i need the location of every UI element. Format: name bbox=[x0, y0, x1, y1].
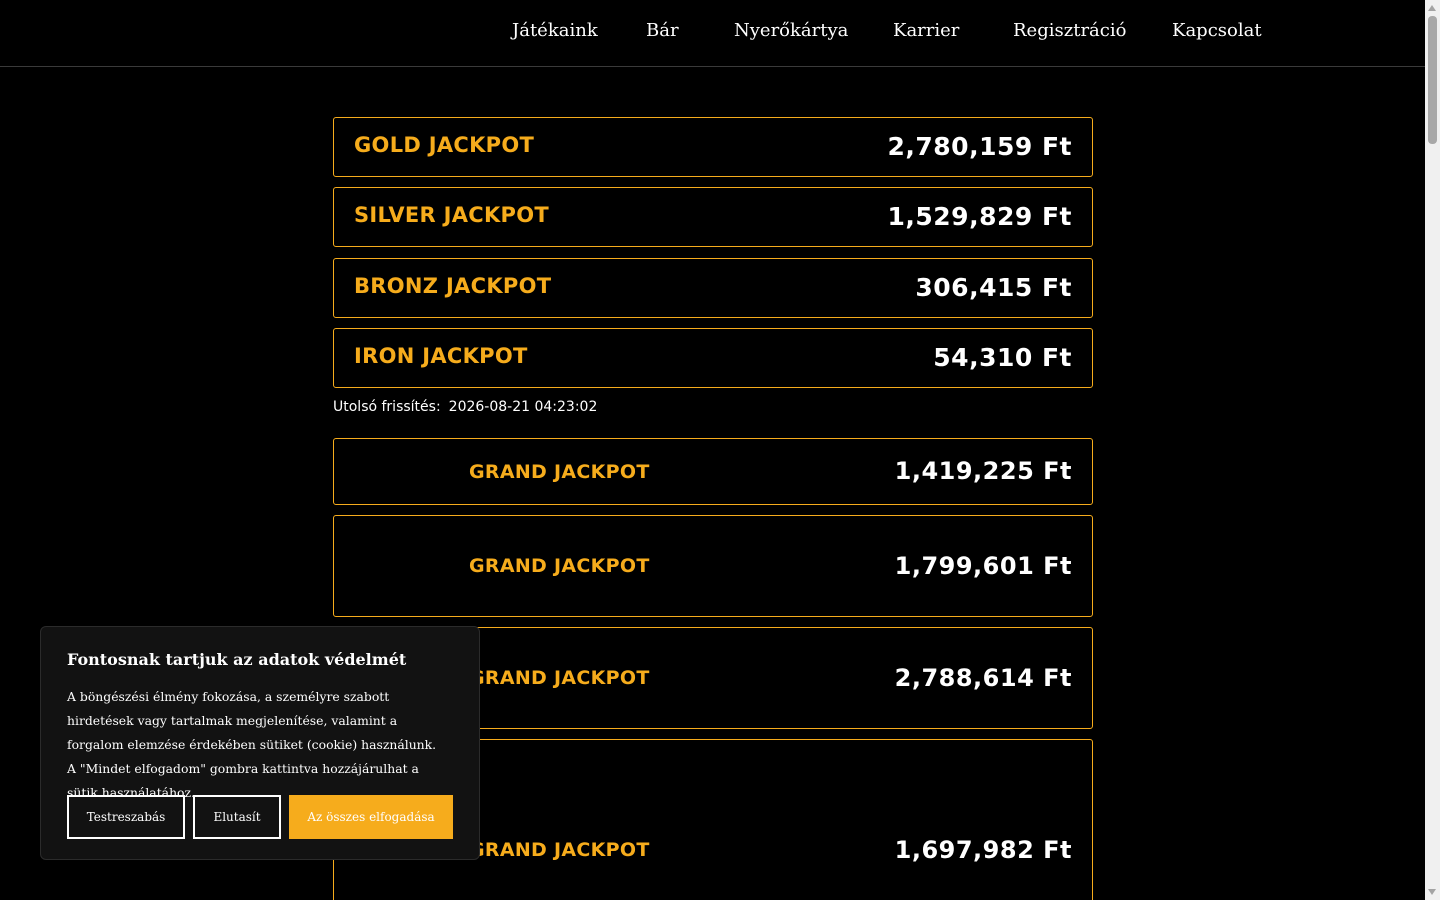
jackpot-amount: 1,529,829 Ft bbox=[887, 202, 1072, 231]
cookie-customize-button[interactable]: Testreszabás bbox=[67, 795, 185, 839]
jackpot-name: SILVER JACKPOT bbox=[354, 203, 550, 227]
nav-item-regisztracio[interactable]: Regisztráció bbox=[1013, 20, 1126, 41]
grand-jackpot-name: GRAND JACKPOT bbox=[469, 555, 650, 577]
scroll-up-icon[interactable] bbox=[1428, 5, 1436, 11]
jackpot-row-gold: GOLD JACKPOT 2,780,159 Ft bbox=[333, 117, 1093, 177]
jackpot-amount: 306,415 Ft bbox=[915, 273, 1072, 302]
grand-jackpot-amount: 2,788,614 Ft bbox=[894, 664, 1072, 692]
nav-item-bar[interactable]: Bár bbox=[646, 20, 679, 41]
grand-jackpot-name: GRAND JACKPOT bbox=[469, 839, 650, 861]
cookie-accept-all-button[interactable]: Az összes elfogadása bbox=[289, 795, 453, 839]
last-update: Utolsó frissítés: 2026-08-21 04:23:02 bbox=[333, 399, 597, 415]
nav-item-nyerokartya[interactable]: Nyerőkártya bbox=[734, 20, 848, 41]
grand-jackpot-row: GRAND JACKPOT 1,419,225 Ft bbox=[333, 438, 1093, 505]
cookie-title: Fontosnak tartjuk az adatok védelmét bbox=[67, 650, 407, 669]
grand-jackpot-name: GRAND JACKPOT bbox=[469, 667, 650, 689]
grand-jackpot-amount: 1,419,225 Ft bbox=[894, 457, 1072, 485]
last-update-label: Utolsó frissítés: bbox=[333, 399, 441, 415]
jackpot-name: BRONZ JACKPOT bbox=[354, 274, 552, 298]
jackpot-amount: 54,310 Ft bbox=[933, 343, 1072, 372]
jackpot-row-iron: IRON JACKPOT 54,310 Ft bbox=[333, 328, 1093, 388]
nav-item-kapcsolat[interactable]: Kapcsolat bbox=[1172, 20, 1262, 41]
jackpot-row-silver: SILVER JACKPOT 1,529,829 Ft bbox=[333, 187, 1093, 247]
cookie-consent-banner: Fontosnak tartjuk az adatok védelmét A b… bbox=[40, 626, 480, 860]
jackpot-name: IRON JACKPOT bbox=[354, 344, 528, 368]
last-update-value: 2026-08-21 04:23:02 bbox=[448, 399, 598, 415]
jackpot-name: GOLD JACKPOT bbox=[354, 133, 535, 157]
scroll-thumb[interactable] bbox=[1428, 16, 1437, 144]
grand-jackpot-name: GRAND JACKPOT bbox=[469, 461, 650, 483]
scroll-down-icon[interactable] bbox=[1428, 889, 1436, 895]
cookie-text: A böngészési élmény fokozása, a személyr… bbox=[67, 689, 437, 800]
page-scrollbar[interactable] bbox=[1425, 0, 1440, 900]
nav-item-karrier[interactable]: Karrier bbox=[893, 20, 959, 41]
grand-jackpot-amount: 1,697,982 Ft bbox=[894, 836, 1072, 864]
grand-jackpot-amount: 1,799,601 Ft bbox=[894, 552, 1072, 580]
grand-jackpot-row: GRAND JACKPOT 1,799,601 Ft bbox=[333, 515, 1093, 617]
top-navigation: Játékaink Bár Nyerőkártya Karrier Regisz… bbox=[0, 0, 1425, 67]
jackpot-row-bronz: BRONZ JACKPOT 306,415 Ft bbox=[333, 258, 1093, 318]
cookie-reject-button[interactable]: Elutasít bbox=[193, 795, 281, 839]
nav-item-jatekaink[interactable]: Játékaink bbox=[512, 20, 598, 41]
jackpot-amount: 2,780,159 Ft bbox=[887, 132, 1072, 161]
